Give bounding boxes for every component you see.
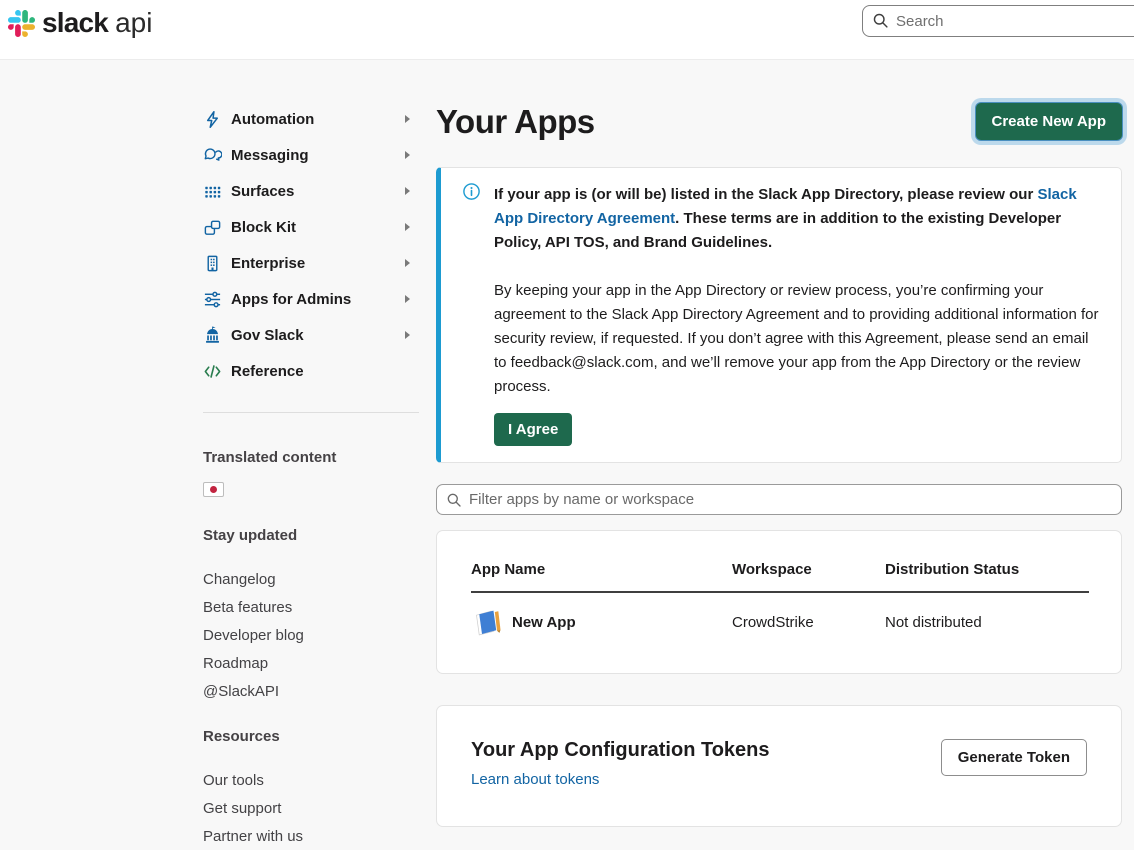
logo-text-slack: slack: [42, 7, 108, 39]
header-search: [862, 5, 1134, 37]
i-agree-button[interactable]: I Agree: [494, 413, 572, 446]
app-directory-banner: If your app is (or will be) listed in th…: [436, 167, 1122, 463]
slack-api-logo[interactable]: slack api: [8, 7, 152, 39]
sidebar-item-apps-for-admins[interactable]: Apps for Admins: [203, 281, 419, 317]
workspace-cell: CrowdStrike: [732, 614, 885, 631]
banner-paragraph-2: By keeping your app in the App Directory…: [494, 279, 1099, 399]
search-icon: [872, 12, 889, 29]
sidebar-item-label: Reference: [231, 363, 304, 380]
gov-building-icon: [203, 326, 222, 345]
sidebar-link-partner-with-us[interactable]: Partner with us: [203, 823, 419, 850]
messaging-bubbles-icon: [203, 146, 222, 165]
app-cell: New App: [471, 606, 732, 639]
sidebar-item-reference[interactable]: Reference: [203, 353, 419, 389]
logo-text-api: api: [115, 7, 152, 39]
apps-table-card: App Name Workspace Distribution Status N…: [436, 530, 1122, 674]
title-row: Your Apps Create New App: [436, 97, 1122, 146]
table-row[interactable]: New App CrowdStrike Not distributed: [471, 593, 1089, 639]
slack-hash-icon: [8, 10, 35, 37]
sidebar-link-get-support[interactable]: Get support: [203, 795, 419, 823]
sidebar-link-beta-features[interactable]: Beta features: [203, 594, 419, 622]
col-distribution-status: Distribution Status: [885, 561, 1089, 578]
sidebar-item-label: Apps for Admins: [231, 291, 351, 308]
filter-apps: [436, 484, 1122, 515]
info-icon: [462, 182, 481, 201]
filter-apps-input[interactable]: [436, 484, 1122, 515]
sidebar-link-slackapi[interactable]: @SlackAPI: [203, 678, 419, 706]
default-app-icon: [471, 606, 504, 639]
app-name-link[interactable]: New App: [512, 614, 576, 631]
sidebar-item-label: Surfaces: [231, 183, 294, 200]
sidebar-item-label: Block Kit: [231, 219, 296, 236]
sidebar-link-developer-blog[interactable]: Developer blog: [203, 622, 419, 650]
sidebar-item-messaging[interactable]: Messaging: [203, 137, 419, 173]
sidebar-link-changelog[interactable]: Changelog: [203, 566, 419, 594]
sidebar-link-our-tools[interactable]: Our tools: [203, 767, 419, 795]
chevron-right-icon: [405, 295, 410, 303]
translated-content-heading: Translated content: [203, 449, 419, 466]
create-new-app-button[interactable]: Create New App: [976, 103, 1122, 140]
filter-search-icon: [446, 492, 462, 508]
banner-paragraph-1: If your app is (or will be) listed in th…: [494, 183, 1099, 255]
chevron-right-icon: [405, 187, 410, 195]
banner-p1-prefix: If your app is (or will be) listed in th…: [494, 186, 1037, 203]
chevron-right-icon: [405, 151, 410, 159]
learn-about-tokens-link[interactable]: Learn about tokens: [471, 771, 599, 788]
chevron-right-icon: [405, 331, 410, 339]
col-app-name: App Name: [471, 561, 732, 578]
search-input[interactable]: [862, 5, 1134, 37]
col-workspace: Workspace: [732, 561, 885, 578]
automation-lightning-icon: [203, 110, 222, 129]
resources-links: Our tools Get support Partner with us: [203, 767, 419, 850]
main-content: Your Apps Create New App If your app is …: [436, 97, 1122, 827]
block-kit-blocks-icon: [203, 218, 222, 237]
sidebar-item-surfaces[interactable]: Surfaces: [203, 173, 419, 209]
sidebar-item-label: Automation: [231, 111, 314, 128]
generate-token-button[interactable]: Generate Token: [941, 739, 1087, 776]
sidebar-item-block-kit[interactable]: Block Kit: [203, 209, 419, 245]
sidebar-item-gov-slack[interactable]: Gov Slack: [203, 317, 419, 353]
sidebar: Automation Messaging Surfaces: [203, 101, 419, 850]
tokens-left: Your App Configuration Tokens Learn abou…: [471, 739, 770, 789]
page-title: Your Apps: [436, 103, 595, 141]
sliders-icon: [203, 290, 222, 309]
chevron-right-icon: [405, 115, 410, 123]
code-brackets-icon: [203, 362, 222, 381]
resources-heading: Resources: [203, 728, 419, 745]
sidebar-link-roadmap[interactable]: Roadmap: [203, 650, 419, 678]
chevron-right-icon: [405, 223, 410, 231]
chevron-right-icon: [405, 259, 410, 267]
stay-updated-links: Changelog Beta features Developer blog R…: [203, 566, 419, 706]
status-cell: Not distributed: [885, 614, 1089, 631]
sidebar-item-label: Messaging: [231, 147, 309, 164]
sidebar-divider: [203, 412, 419, 413]
surfaces-grid-icon: [203, 182, 222, 201]
config-tokens-card: Your App Configuration Tokens Learn abou…: [436, 705, 1122, 827]
stay-updated-heading: Stay updated: [203, 527, 419, 544]
sidebar-item-enterprise[interactable]: Enterprise: [203, 245, 419, 281]
enterprise-building-icon: [203, 254, 222, 273]
japan-flag-icon[interactable]: [203, 482, 224, 497]
top-header: slack api: [0, 0, 1134, 60]
sidebar-item-label: Enterprise: [231, 255, 305, 272]
sidebar-item-automation[interactable]: Automation: [203, 101, 419, 137]
tokens-heading: Your App Configuration Tokens: [471, 739, 770, 762]
sidebar-item-label: Gov Slack: [231, 327, 304, 344]
apps-table-header: App Name Workspace Distribution Status: [471, 561, 1089, 593]
